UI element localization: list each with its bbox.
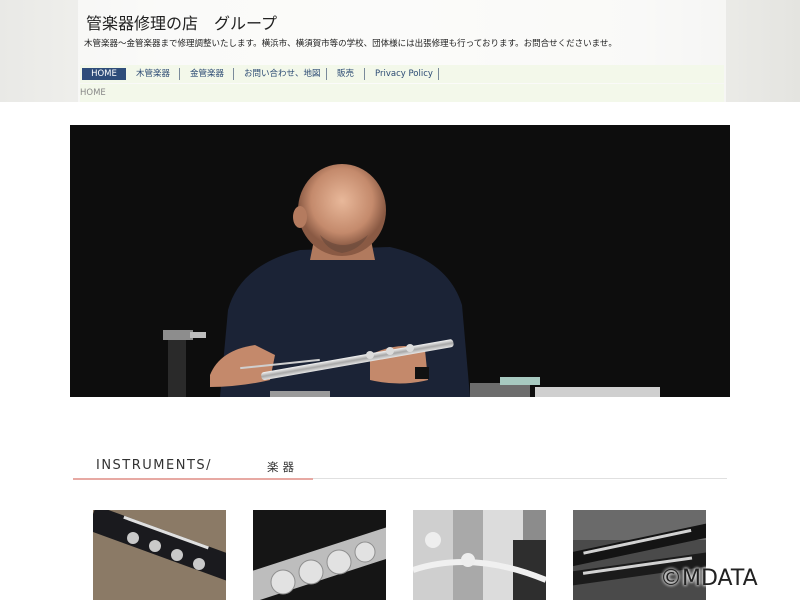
nav-separator bbox=[233, 68, 234, 80]
section-subtitle: 楽器 bbox=[267, 460, 298, 474]
section-accent-rule bbox=[73, 478, 313, 480]
main-nav: HOME 木管楽器 金管楽器 お問い合わせ、地図 販売 Privacy Poli… bbox=[80, 65, 724, 83]
copyright-watermark: ©MDATA bbox=[660, 566, 758, 591]
thumbnail-flute[interactable] bbox=[253, 510, 386, 600]
site-tagline: 木管楽器～金管楽器まで修理調整いたします。横浜市、横須賀市等の学校、団体様には出… bbox=[84, 39, 617, 49]
site-title[interactable]: 管楽器修理の店 グループ bbox=[86, 10, 277, 34]
technician-photo bbox=[70, 125, 730, 397]
nav-item-home[interactable]: HOME bbox=[82, 68, 126, 80]
nav-separator bbox=[326, 68, 327, 80]
clarinet-image bbox=[93, 510, 226, 600]
nav-item-contact-map[interactable]: お問い合わせ、地図 bbox=[244, 65, 321, 83]
nav-separator bbox=[364, 68, 365, 80]
thumbnail-clarinet[interactable] bbox=[93, 510, 226, 600]
thumbnail-saxophone[interactable] bbox=[413, 510, 546, 600]
section-divider bbox=[313, 478, 727, 479]
nav-item-brass[interactable]: 金管楽器 bbox=[190, 65, 224, 83]
nav-item-woodwind[interactable]: 木管楽器 bbox=[136, 65, 170, 83]
nav-item-privacy-policy[interactable]: Privacy Policy bbox=[375, 65, 433, 83]
saxophone-image bbox=[413, 510, 546, 600]
section-title: INSTRUMENTS/ bbox=[96, 458, 213, 473]
nav-separator bbox=[179, 68, 180, 80]
nav-separator bbox=[438, 68, 439, 80]
nav-item-sales[interactable]: 販売 bbox=[337, 65, 354, 83]
flute-image bbox=[253, 510, 386, 600]
breadcrumb-bar bbox=[80, 84, 724, 102]
breadcrumb[interactable]: HOME bbox=[80, 88, 106, 98]
hero-image bbox=[70, 125, 730, 397]
